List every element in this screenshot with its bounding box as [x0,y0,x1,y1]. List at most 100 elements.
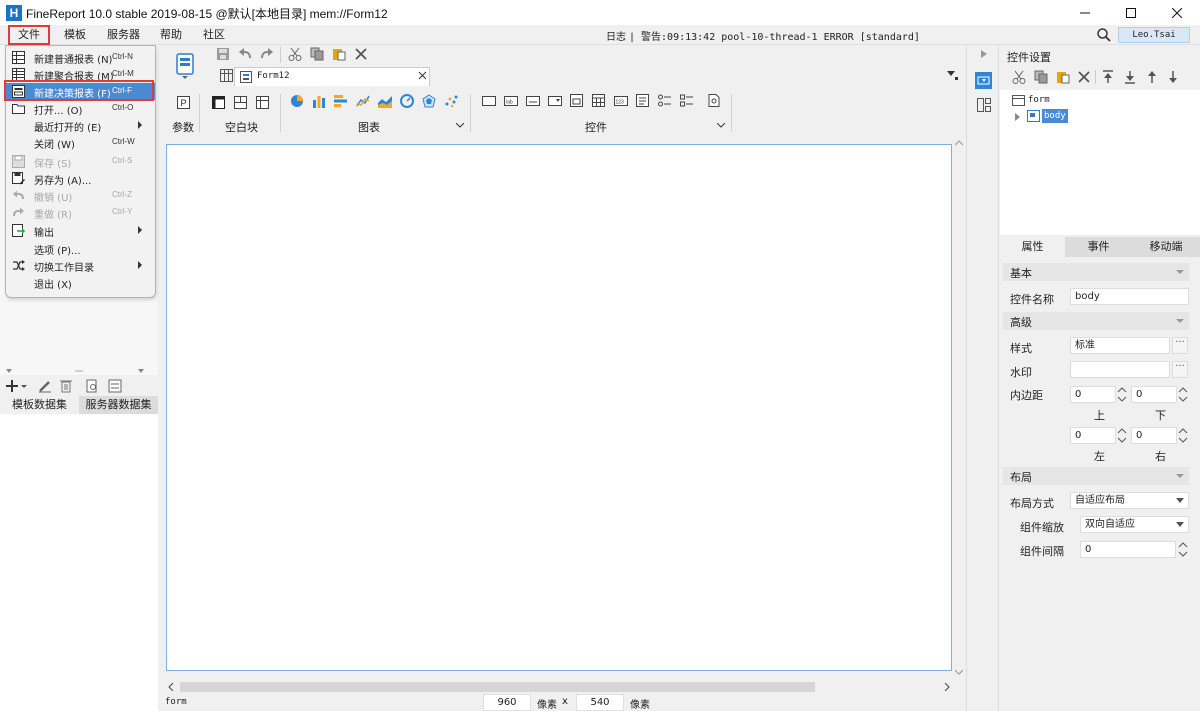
gauge-chart-icon[interactable] [400,94,414,108]
area-chart-icon[interactable] [378,94,392,108]
expand-node-icon[interactable] [1015,113,1020,121]
menu-item-switch-dir[interactable]: 切换工作目录 [6,257,155,274]
tree-node-form[interactable]: form [1028,95,1050,105]
copy-icon[interactable] [310,47,324,61]
log-link[interactable]: 日志 [606,28,626,43]
padding-right-input[interactable]: 0 [1131,427,1177,444]
widget-settings-tab-icon[interactable] [975,72,992,89]
move-bottom-icon[interactable] [1124,70,1136,84]
split-block-icon[interactable] [234,96,247,109]
preview-icon[interactable] [86,379,99,393]
left-splitter[interactable] [0,368,158,376]
tab-server-dataset[interactable]: 服务器数据集 [79,396,158,414]
menu-item-redo[interactable]: 重做 (R) Ctrl-Y [6,204,155,221]
checkbox-group-widget-icon[interactable] [680,94,693,107]
menu-template[interactable]: 模板 [58,25,92,45]
gap-stepper[interactable] [1177,541,1191,558]
collapse-arrow-icon[interactable] [981,50,987,58]
watermark-more-button[interactable]: ··· [1172,361,1188,378]
textbox-widget-icon[interactable] [526,96,540,106]
scale-select[interactable]: 双向自适应 [1080,516,1189,533]
gap-input[interactable]: 0 [1080,541,1176,558]
canvas-height-input[interactable]: 540 [576,694,624,711]
scroll-right-icon[interactable] [944,683,950,691]
section-layout[interactable]: 布局 [1003,467,1189,485]
table-block-icon[interactable] [256,96,269,109]
cut-icon[interactable] [1012,70,1026,84]
redo-icon[interactable] [260,47,274,61]
date-widget-icon[interactable] [570,94,583,107]
cut-icon[interactable] [288,47,302,61]
grid-view-icon[interactable] [220,69,233,82]
search-icon[interactable] [1097,28,1111,42]
paste-icon[interactable] [332,47,346,61]
radar-chart-icon[interactable] [422,94,436,108]
move-down-icon[interactable] [1167,70,1179,84]
menu-file[interactable]: 文件 [8,25,50,45]
combo-widget-icon[interactable] [548,96,562,106]
minimize-button[interactable] [1062,0,1108,25]
chart-expand-icon[interactable] [456,123,464,129]
parameter-icon[interactable]: P [177,96,190,109]
undo-icon[interactable] [238,47,252,61]
padding-left-stepper[interactable] [1116,427,1130,444]
radio-group-widget-icon[interactable] [658,94,671,107]
menu-item-save[interactable]: 保存 (S) Ctrl-S [6,153,155,170]
padding-top-stepper[interactable] [1116,386,1130,403]
style-more-button[interactable]: ··· [1172,337,1188,354]
copy-icon[interactable] [1034,70,1048,84]
pie-chart-icon[interactable] [290,94,304,108]
padding-right-stepper[interactable] [1177,427,1191,444]
menu-item-export[interactable]: 输出 [6,222,155,239]
control-expand-icon[interactable] [717,123,725,129]
vertical-scrollbar[interactable] [953,136,965,681]
section-advanced[interactable]: 高级 [1003,312,1189,330]
form-component-icon[interactable] [176,53,194,79]
menu-item-recent[interactable]: 最近打开的 (E) [6,117,155,134]
maximize-button[interactable] [1108,0,1154,25]
dataset-list-icon[interactable] [108,379,122,393]
delete-icon[interactable] [1077,70,1091,84]
horizontal-bar-icon[interactable] [334,94,348,108]
delete-icon[interactable] [60,379,72,393]
close-window-button[interactable] [1154,0,1200,25]
paste-icon[interactable] [1056,70,1070,84]
menu-item-undo[interactable]: 撤销 (U) Ctrl-Z [6,187,155,204]
watermark-input[interactable] [1070,361,1170,378]
tab-events[interactable]: 事件 [1065,237,1132,257]
padding-bottom-stepper[interactable] [1177,386,1191,403]
horizontal-scroll-thumb[interactable] [180,682,815,692]
padding-bottom-input[interactable]: 0 [1131,386,1177,403]
tab-template-dataset[interactable]: 模板数据集 [0,396,79,414]
style-input[interactable]: 标准 [1070,337,1170,354]
canvas-width-input[interactable]: 960 [483,694,531,711]
scroll-up-icon[interactable] [955,140,963,146]
user-button[interactable]: Leo.Tsai [1118,27,1190,43]
component-library-icon[interactable] [977,98,991,112]
scroll-left-icon[interactable] [168,683,174,691]
tab-mobile[interactable]: 移动端 [1132,237,1200,257]
move-top-icon[interactable] [1102,70,1114,84]
tab-menu-icon[interactable] [947,71,959,81]
blank-block-icon[interactable] [212,96,225,109]
menu-server[interactable]: 服务器 [101,25,146,45]
widget-name-input[interactable]: body [1070,288,1189,305]
bar-chart-icon[interactable] [312,94,326,108]
scroll-down-icon[interactable] [955,669,963,675]
add-dataset-icon[interactable] [6,379,28,393]
move-up-icon[interactable] [1146,70,1158,84]
number-widget-icon[interactable]: 123 [614,96,628,106]
padding-left-input[interactable]: 0 [1070,427,1116,444]
menu-item-new-report[interactable]: 新建普通报表 (N) Ctrl-N [6,49,155,66]
form-canvas[interactable] [166,144,952,671]
textarea-widget-icon[interactable] [636,94,649,107]
layout-mode-select[interactable]: 自适应布局 [1070,492,1189,509]
button-widget-icon[interactable] [482,96,496,106]
close-tab-icon[interactable] [418,71,427,80]
menu-item-exit[interactable]: 退出 (X) [6,274,155,291]
file-widget-icon[interactable] [708,94,720,107]
tab-form12[interactable]: Form12 [234,67,430,86]
line-chart-icon[interactable] [356,94,370,108]
menu-item-close[interactable]: 关闭 (W) Ctrl-W [6,134,155,151]
calendar-widget-icon[interactable] [592,94,605,107]
